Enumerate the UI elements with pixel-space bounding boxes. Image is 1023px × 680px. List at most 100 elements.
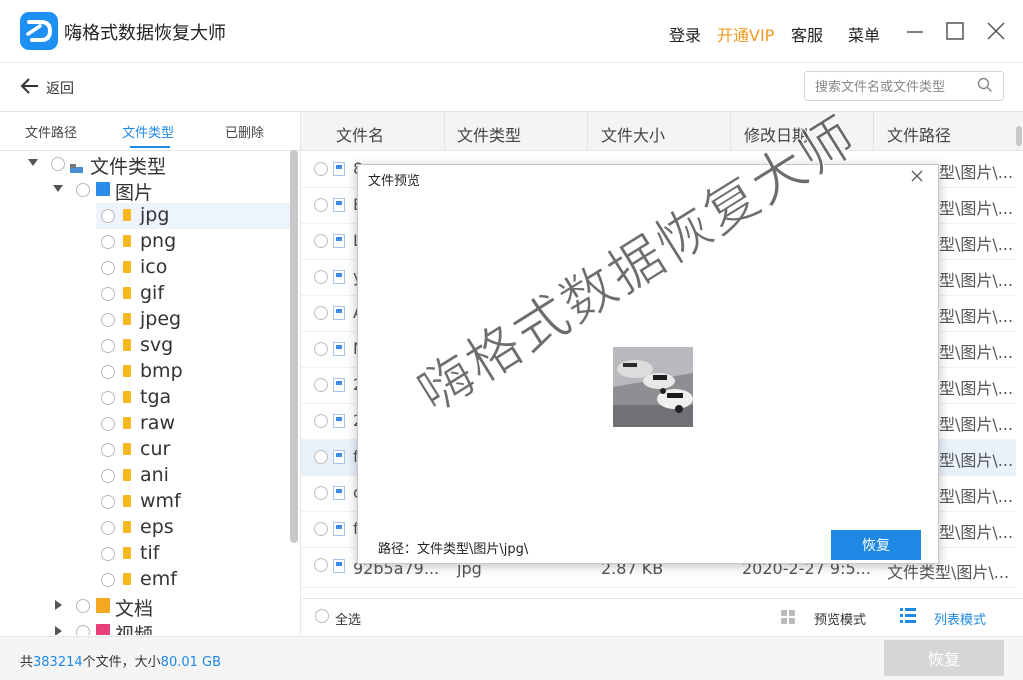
row-checkbox[interactable] [314,486,328,500]
row-checkbox[interactable] [314,198,328,212]
preview-mode-button[interactable]: 预览模式 [814,609,866,628]
tree-checkbox[interactable] [101,495,115,509]
tree-checkbox[interactable] [101,209,115,223]
tree-node-eps[interactable]: eps [0,515,290,541]
menu-link[interactable]: 菜单 [848,22,880,46]
file-path: 型\图片\... [939,451,1014,470]
maximize-button[interactable] [944,18,972,46]
tree-node-documents[interactable]: 文档 [0,593,290,620]
file-path: 型\图片\... [939,379,1014,398]
row-checkbox[interactable] [314,234,328,248]
tree-checkbox[interactable] [101,287,115,301]
tree-checkbox[interactable] [101,365,115,379]
tree-node-bmp[interactable]: bmp [0,359,290,385]
tree-node-jpg[interactable]: jpg [96,203,290,229]
service-link[interactable]: 客服 [791,22,823,46]
dialog-path-value: 文件类型\图片\jpg\ [417,542,529,557]
tree-node-wmf[interactable]: wmf [0,489,290,515]
tree-label: raw [140,412,175,434]
tree-node-gif[interactable]: gif [0,281,290,307]
back-button[interactable] [20,77,40,99]
column-header-name[interactable]: 文件名 [336,122,384,146]
row-checkbox[interactable] [314,450,328,464]
caret-right-icon[interactable] [55,626,62,635]
column-header-size[interactable]: 文件大小 [601,122,665,146]
row-checkbox[interactable] [314,414,328,428]
close-window-button[interactable] [985,18,1013,46]
tree-node-ani[interactable]: ani [0,463,290,489]
select-all-checkbox[interactable] [315,609,329,623]
tab-file-type[interactable]: 文件类型 [122,122,174,141]
dialog-close-button[interactable] [909,168,925,188]
row-checkbox[interactable] [314,378,328,392]
row-checkbox[interactable] [314,342,328,356]
tree-checkbox[interactable] [101,235,115,249]
folder-icon [123,287,131,299]
tree-checkbox[interactable] [101,313,115,327]
tree-checkbox[interactable] [101,261,115,275]
vip-link[interactable]: 开通VIP [717,22,774,46]
tree-checkbox[interactable] [101,573,115,587]
search-box[interactable] [804,71,1004,101]
recover-button[interactable]: 恢复 [884,640,1004,676]
tree-checkbox[interactable] [76,625,90,635]
tree-checkbox[interactable] [101,443,115,457]
tab-deleted[interactable]: 已删除 [225,122,264,141]
tab-file-path[interactable]: 文件路径 [25,122,77,141]
tree-checkbox[interactable] [101,469,115,483]
row-checkbox[interactable] [314,522,328,536]
column-separator[interactable] [444,112,445,150]
tree-node-png[interactable]: png [0,229,290,255]
select-all-label[interactable]: 全选 [335,609,361,628]
grid-view-icon[interactable] [781,609,795,628]
tree-node-cur[interactable]: cur [0,437,290,463]
tree-scrollbar[interactable] [290,150,298,543]
tree-node-tif[interactable]: tif [0,541,290,567]
column-header-path[interactable]: 文件路径 [887,122,951,146]
list-mode-button[interactable]: 列表模式 [934,609,986,628]
tree-node-jpeg[interactable]: jpeg [0,307,290,333]
tree-checkbox[interactable] [101,547,115,561]
row-checkbox[interactable] [314,162,328,176]
tree-checkbox[interactable] [76,599,90,613]
tree-label: eps [140,516,174,538]
tree-node-images[interactable]: 图片 [0,177,290,204]
column-separator[interactable] [587,112,588,150]
tree-checkbox[interactable] [51,157,65,171]
tree-checkbox[interactable] [101,339,115,353]
tree-node-ico[interactable]: ico [0,255,290,281]
column-separator[interactable] [730,112,731,150]
login-link[interactable]: 登录 [669,22,701,46]
column-header-type[interactable]: 文件类型 [457,122,521,146]
caret-down-icon[interactable] [53,185,63,192]
tree-node-videos[interactable]: 视频 [0,619,290,635]
file-path: 型\图片\... [939,415,1014,434]
tree-node-root[interactable]: 文件类型 [0,151,290,178]
column-header-date[interactable]: 修改日期 [744,122,808,146]
row-checkbox[interactable] [314,270,328,284]
caret-right-icon[interactable] [55,600,62,610]
tree-node-raw[interactable]: raw [0,411,290,437]
image-folder-icon [96,182,110,196]
image-file-icon [333,521,345,540]
column-separator[interactable] [873,112,874,150]
search-icon[interactable] [977,77,993,97]
tree-node-svg[interactable]: svg [0,333,290,359]
tree-checkbox[interactable] [101,521,115,535]
back-label[interactable]: 返回 [46,78,74,98]
file-path: 型\图片\... [939,163,1014,182]
row-checkbox[interactable] [314,558,328,572]
row-checkbox[interactable] [314,306,328,320]
search-input[interactable] [813,77,977,97]
tree-checkbox[interactable] [101,391,115,405]
caret-down-icon[interactable] [28,159,38,166]
table-scrollbar[interactable] [1016,126,1022,146]
list-view-icon[interactable] [900,608,916,627]
minimize-button[interactable] [903,18,931,46]
tree-node-tga[interactable]: tga [0,385,290,411]
tree-node-emf[interactable]: emf [0,567,290,593]
tree-checkbox[interactable] [101,417,115,431]
tree-checkbox[interactable] [76,183,90,197]
table-row-partial[interactable] [301,587,1016,597]
dialog-recover-button[interactable]: 恢复 [831,530,921,560]
